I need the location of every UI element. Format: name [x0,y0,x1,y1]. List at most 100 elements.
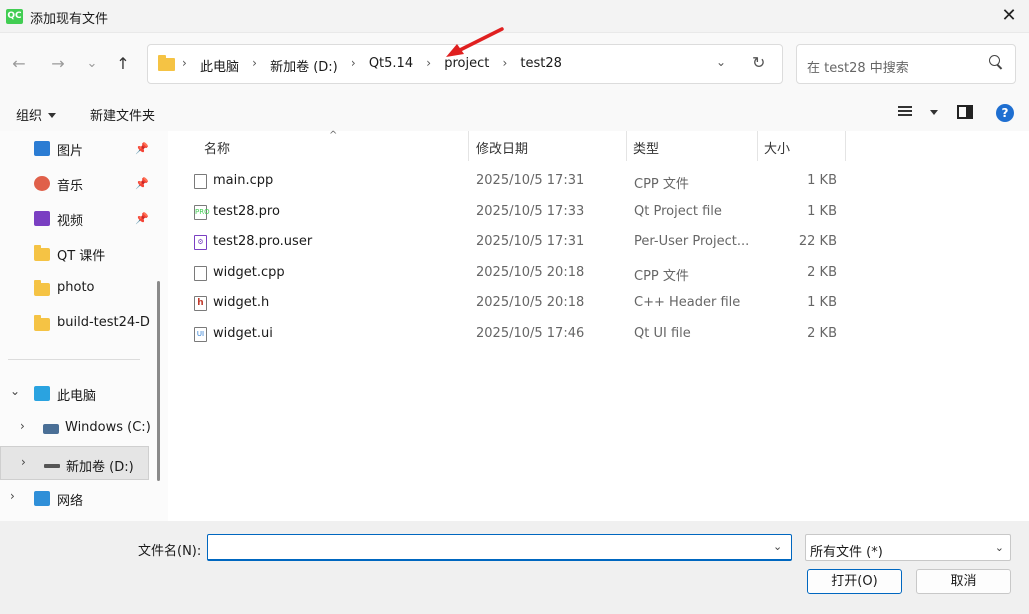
folder-icon [158,55,175,71]
table-row[interactable]: UI widget.ui 2025/10/5 17:46 Qt UI file … [188,319,848,349]
filename-label: 文件名(N): [138,544,202,559]
recent-locations-button[interactable]: ⌄ [79,51,105,77]
user-file-icon: ⚙ [194,235,207,250]
file-name: main.cpp [213,173,274,188]
file-size: 1 KB [807,204,837,219]
search-input[interactable]: 在 test28 中搜索 [807,57,909,76]
chevron-right-icon: › [182,56,187,70]
command-bar: 组织 新建文件夹 ? [0,95,1029,131]
filename-input[interactable] [207,534,792,561]
up-button[interactable]: ↑ [110,51,136,77]
sidebar-item-label: 新加卷 (D:) [66,460,134,475]
sidebar-scrollbar[interactable] [157,281,160,481]
chevron-right-icon[interactable]: › [20,419,25,433]
caret-down-icon [48,113,57,118]
open-button[interactable]: 打开(O) [807,569,902,594]
sidebar-item-label: 视频 [57,214,84,229]
column-header-type[interactable]: 类型 [627,131,757,161]
column-divider[interactable] [845,131,846,161]
sidebar-item-music[interactable]: 音乐 📌 [0,166,150,200]
sidebar-item-qt-courseware[interactable]: QT 课件 [0,236,150,270]
refresh-icon[interactable]: ↻ [752,53,765,72]
pin-icon: 📌 [135,177,149,190]
column-header-date[interactable]: 修改日期 [469,131,626,161]
filetype-value: 所有文件 (*) [810,545,883,560]
chevron-right-icon[interactable]: › [21,455,26,469]
file-name: widget.ui [213,326,273,341]
videos-icon [34,211,50,226]
sidebar-item-pictures[interactable]: 图片 📌 [0,131,150,165]
sidebar-item-videos[interactable]: 视频 📌 [0,201,150,235]
cancel-button[interactable]: 取消 [916,569,1011,594]
preview-pane-icon[interactable] [957,105,973,119]
title-bar: QC 添加现有文件 ✕ [0,0,1029,33]
file-name: test28.pro [213,204,280,219]
sort-ascending-icon: ^ [329,130,338,141]
new-folder-button[interactable]: 新建文件夹 [90,105,155,124]
file-date: 2025/10/5 17:31 [476,173,585,188]
filetype-select[interactable]: 所有文件 (*) ⌄ [805,534,1011,561]
file-size: 2 KB [807,265,837,280]
back-button[interactable]: ← [6,51,32,77]
table-row[interactable]: ⚙ test28.pro.user 2025/10/5 17:31 Per-Us… [188,227,848,257]
network-icon [34,491,50,506]
pin-icon: 📌 [135,142,149,155]
windows-drive-icon [43,424,59,434]
breadcrumb-this-pc[interactable]: 此电脑 [200,56,239,75]
search-icon[interactable] [989,55,1003,69]
view-options-caret-icon[interactable] [930,110,938,115]
close-button[interactable]: ✕ [995,3,1023,29]
forward-button[interactable]: → [45,51,71,77]
navigation-pane: 图片 📌 音乐 📌 视频 📌 QT 课件 photo build-test24-… [0,131,160,521]
sidebar-item-drive-d[interactable]: › 新加卷 (D:) [0,446,149,480]
address-history-dropdown-icon[interactable]: ⌄ [716,55,726,69]
sidebar-item-photo[interactable]: photo [0,271,150,305]
file-date: 2025/10/5 20:18 [476,265,585,280]
file-name: widget.cpp [213,265,285,280]
chevron-right-icon[interactable]: › [426,56,431,70]
sidebar-item-windows-c[interactable]: › Windows (C:) [0,411,151,445]
chevron-down-icon: ⌄ [994,541,1004,554]
sidebar-item-label: photo [57,280,95,295]
view-options-icon[interactable] [898,106,912,118]
pictures-icon [34,141,50,156]
table-row[interactable]: widget.cpp 2025/10/5 20:18 CPP 文件 2 KB [188,258,848,288]
navigation-bar: ← → ⌄ ↑ › 此电脑 › 新加卷 (D:) › Qt5.14 › proj… [0,33,1029,95]
column-header-size[interactable]: 大小 [758,131,846,161]
column-header-label: 类型 [633,142,660,157]
table-row[interactable]: main.cpp 2025/10/5 17:31 CPP 文件 1 KB [188,166,848,196]
file-date: 2025/10/5 17:31 [476,234,585,249]
dialog-footer: 文件名(N): ⌄ 所有文件 (*) ⌄ 打开(O) 取消 [0,521,1029,614]
help-icon[interactable]: ? [996,104,1014,122]
qt-creator-logo-icon: QC [6,9,23,24]
breadcrumb-test28[interactable]: test28 [520,56,562,71]
breadcrumb-qt514[interactable]: Qt5.14 [369,56,413,71]
column-header-label: 大小 [764,142,791,157]
file-name: test28.pro.user [213,234,313,249]
file-date: 2025/10/5 17:33 [476,204,585,219]
file-type: Per-User Project... [634,234,750,249]
sidebar-item-this-pc[interactable]: ⌄ 此电脑 [0,376,150,410]
chevron-right-icon[interactable]: › [10,489,15,503]
sidebar-item-build-test24[interactable]: build-test24-D [0,306,150,340]
table-row[interactable]: h widget.h 2025/10/5 20:18 C++ Header fi… [188,288,848,318]
music-icon [34,176,50,191]
sidebar-item-label: 此电脑 [57,389,97,404]
sidebar-item-network[interactable]: › 网络 [0,481,150,515]
table-row[interactable]: PRO test28.pro 2025/10/5 17:33 Qt Projec… [188,197,848,227]
chevron-down-icon[interactable]: ⌄ [10,384,20,398]
chevron-right-icon[interactable]: › [252,56,257,70]
sidebar-divider [8,359,140,360]
chevron-down-icon[interactable]: ⌄ [773,540,782,553]
column-header-name[interactable]: 名称 ^ [168,130,468,161]
chevron-right-icon[interactable]: › [351,56,356,70]
folder-icon [34,245,50,261]
ui-file-icon: UI [194,327,207,342]
cpp-file-icon [194,266,207,281]
breadcrumb-drive-d[interactable]: 新加卷 (D:) [270,56,338,75]
organize-button[interactable]: 组织 [16,105,57,124]
file-type: Qt Project file [634,204,722,219]
pro-file-icon: PRO [194,205,210,220]
file-size: 1 KB [807,173,837,188]
search-box[interactable]: 在 test28 中搜索 [796,44,1016,84]
